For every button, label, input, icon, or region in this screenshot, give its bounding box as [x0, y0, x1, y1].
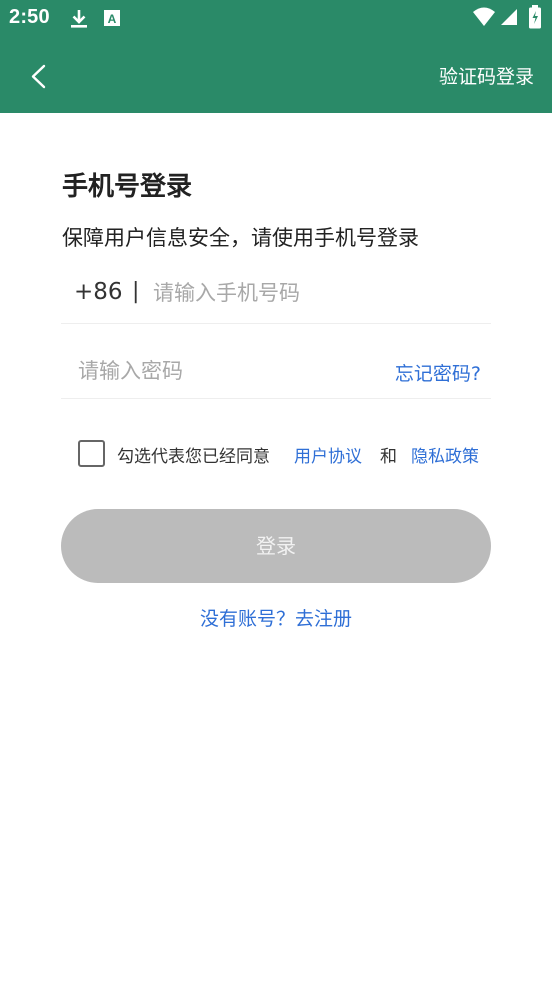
register-link-text[interactable]: 没有账号？去注册: [200, 608, 352, 630]
login-screen: 2:50 A 验证码登录 手机号登录 保障用户信息安全，请使用手机号登录 +86…: [0, 0, 552, 983]
user-agreement-link[interactable]: 用户协议: [294, 442, 362, 467]
wifi-icon: [472, 7, 496, 31]
app-bar: 验证码登录: [0, 38, 552, 113]
signal-icon: [500, 8, 518, 30]
privacy-policy-link[interactable]: 隐私政策: [411, 442, 479, 467]
country-code[interactable]: +86: [74, 279, 123, 305]
agreement-row: 勾选代表您已经同意 用户协议 和 隐私政策: [78, 440, 498, 468]
a-notification-icon: A: [102, 8, 122, 32]
status-time: 2:50: [9, 6, 50, 28]
field-separator: |: [132, 279, 140, 304]
page-title: 手机号登录: [62, 172, 193, 202]
top-bar: 2:50 A 验证码登录: [0, 0, 552, 113]
battery-icon: [528, 5, 542, 33]
agreement-and-text: 和: [380, 447, 397, 467]
svg-text:A: A: [108, 12, 117, 26]
password-field: 忘记密码?: [61, 348, 491, 399]
phone-input[interactable]: [153, 276, 473, 310]
agreement-checkbox[interactable]: [78, 440, 105, 467]
status-bar: 2:50 A: [0, 0, 552, 38]
chevron-left-icon: [18, 64, 58, 100]
phone-field: +86 |: [61, 270, 491, 324]
back-button[interactable]: [18, 56, 58, 96]
register-link: 没有账号？去注册: [0, 604, 552, 631]
agreement-text: 勾选代表您已经同意: [117, 447, 270, 467]
download-icon: [68, 8, 90, 34]
login-button[interactable]: 登录: [61, 509, 491, 583]
page-subtitle: 保障用户信息安全，请使用手机号登录: [62, 226, 419, 250]
sms-code-login-button[interactable]: 验证码登录: [439, 62, 534, 89]
forgot-password-link[interactable]: 忘记密码?: [395, 359, 481, 386]
password-input[interactable]: [78, 354, 368, 388]
